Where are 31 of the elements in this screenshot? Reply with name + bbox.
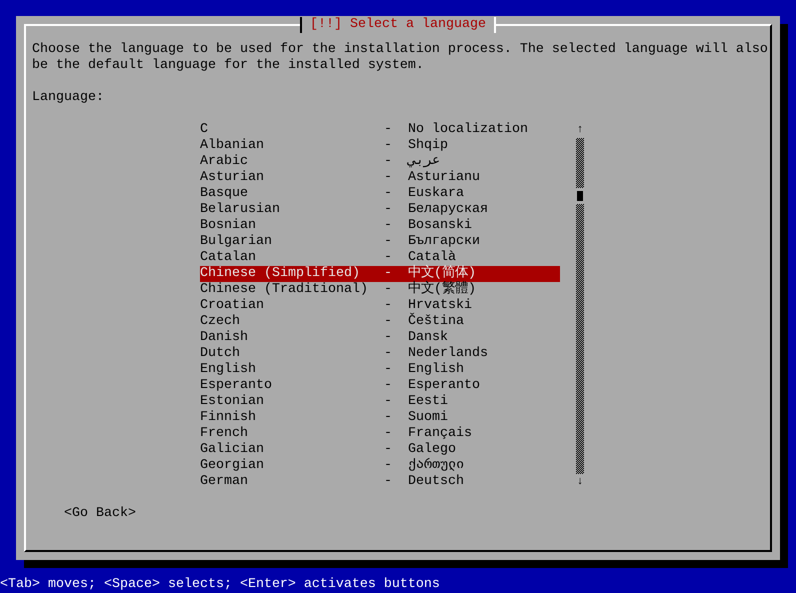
scroll-thumb[interactable]	[576, 188, 584, 204]
scroll-up-arrow[interactable]: ↑	[576, 122, 584, 138]
scroll-down-arrow[interactable]: ↓	[576, 474, 584, 490]
language-option[interactable]: Finnish - Suomi	[200, 410, 560, 426]
language-option[interactable]: Chinese (Simplified) - 中文(简体)	[200, 266, 560, 282]
language-option[interactable]: English - English	[200, 362, 560, 378]
language-option[interactable]: Danish - Dansk	[200, 330, 560, 346]
language-option[interactable]: Croatian - Hrvatski	[200, 298, 560, 314]
language-option[interactable]: Chinese (Traditional) - 中文(繁體)	[200, 282, 560, 298]
description-text: Choose the language to be used for the installation process. The selected language will also be the default language for the installed system.	[32, 42, 769, 73]
scrollbar[interactable]: ↑ ↓	[576, 122, 584, 490]
language-option[interactable]: French - Français	[200, 426, 560, 442]
language-option[interactable]: Albanian - Shqip	[200, 138, 560, 154]
language-option[interactable]: German - Deutsch	[200, 474, 560, 490]
dialog-title: [!!] Select a language	[300, 17, 496, 33]
language-option[interactable]: Esperanto - Esperanto	[200, 378, 560, 394]
language-option[interactable]: Basque - Euskara	[200, 186, 560, 202]
language-option[interactable]: Dutch - Nederlands	[200, 346, 560, 362]
language-option[interactable]: Galician - Galego	[200, 442, 560, 458]
status-bar-text: <Tab> moves; <Space> selects; <Enter> activates buttons	[0, 577, 440, 592]
language-option[interactable]: Asturian - Asturianu	[200, 170, 560, 186]
language-option[interactable]: Bulgarian - Български	[200, 234, 560, 250]
language-option[interactable]: Estonian - Eesti	[200, 394, 560, 410]
language-option[interactable]: Czech - Čeština	[200, 314, 560, 330]
list-label: Language:	[32, 90, 104, 105]
language-option[interactable]: Bosnian - Bosanski	[200, 218, 560, 234]
go-back-button[interactable]: <Go Back>	[64, 506, 136, 522]
language-option[interactable]: C - No localization	[200, 122, 560, 138]
language-option[interactable]: Catalan - Català	[200, 250, 560, 266]
language-option[interactable]: Georgian - ქართული	[200, 458, 560, 474]
language-option[interactable]: Belarusian - Беларуская	[200, 202, 560, 218]
